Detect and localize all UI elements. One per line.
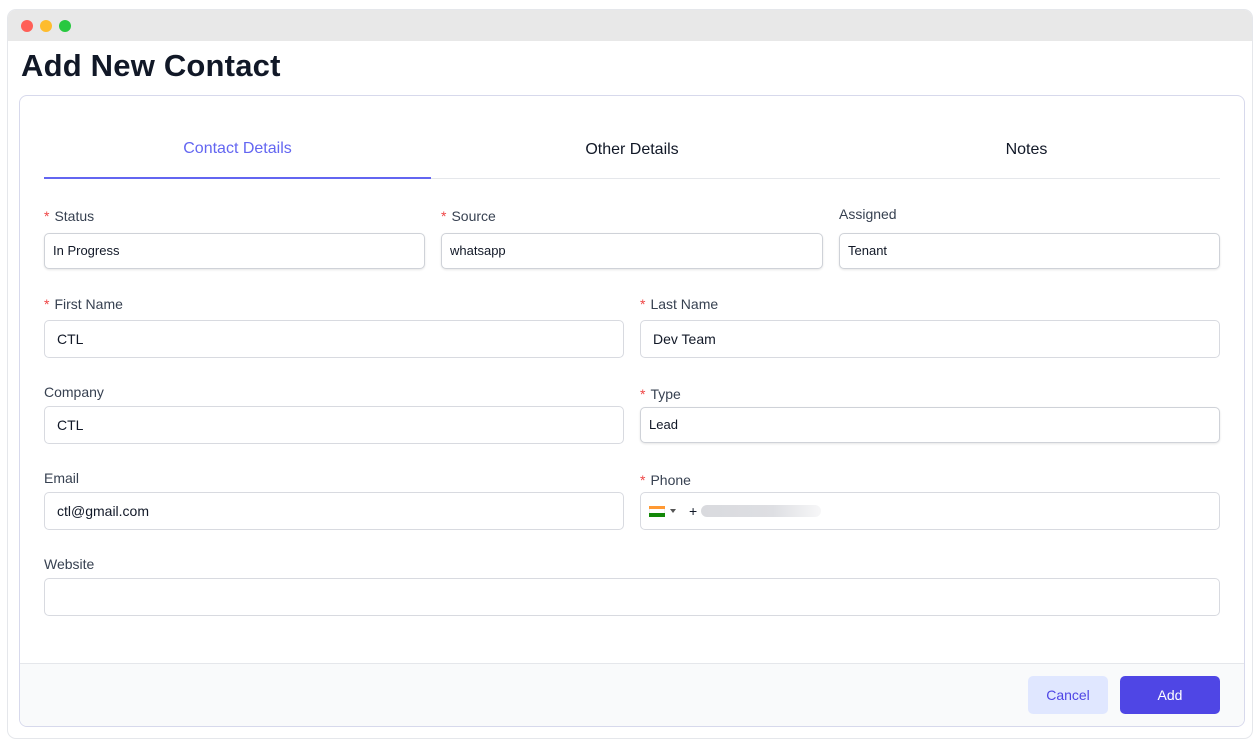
required-asterisk: * — [640, 296, 646, 312]
form-footer: Cancel Add — [20, 663, 1244, 726]
status-label: Status — [54, 208, 95, 224]
first-name-input[interactable]: CTL — [44, 320, 624, 358]
required-asterisk: * — [44, 208, 50, 224]
website-input[interactable] — [44, 578, 1220, 616]
phone-input[interactable]: + — [640, 492, 1220, 530]
assigned-label: Assigned — [839, 206, 897, 222]
required-asterisk: * — [640, 472, 646, 488]
last-name-label: Last Name — [650, 296, 719, 312]
type-select[interactable]: Lead — [640, 407, 1220, 443]
source-label: Source — [451, 208, 496, 224]
required-asterisk: * — [44, 296, 50, 312]
source-select[interactable]: whatsapp — [441, 233, 823, 269]
tab-other-details[interactable]: Other Details — [431, 124, 833, 178]
tab-notes[interactable]: Notes — [833, 124, 1220, 178]
window-titlebar — [8, 10, 1252, 41]
email-field: Email ctl@gmail.com — [44, 469, 624, 530]
last-name-input[interactable]: Dev Team — [640, 320, 1220, 358]
close-window-dot[interactable] — [21, 19, 33, 32]
phone-field: * Phone + — [640, 471, 1220, 530]
first-name-field: * First Name CTL — [44, 295, 624, 358]
company-input[interactable]: CTL — [44, 406, 624, 444]
email-input[interactable]: ctl@gmail.com — [44, 492, 624, 530]
type-label: Type — [650, 386, 681, 402]
assigned-select[interactable]: Tenant — [839, 233, 1220, 269]
source-field: * Source whatsapp — [441, 207, 823, 269]
india-flag-icon[interactable] — [649, 505, 665, 517]
company-field: Company CTL — [44, 383, 624, 444]
phone-label: Phone — [650, 472, 691, 488]
tab-bar: Contact Details Other Details Notes — [44, 124, 1220, 179]
assigned-field: Assigned Tenant — [839, 205, 1220, 269]
email-label: Email — [44, 470, 80, 486]
first-name-label: First Name — [54, 296, 123, 312]
minimize-window-dot[interactable] — [40, 19, 52, 32]
app-window: Add New Contact Contact Details Other De… — [8, 10, 1252, 738]
tab-contact-details[interactable]: Contact Details — [44, 124, 431, 179]
status-select[interactable]: In Progress — [44, 233, 425, 269]
company-label: Company — [44, 384, 104, 400]
maximize-window-dot[interactable] — [59, 19, 71, 32]
phone-number-redacted — [701, 505, 822, 517]
chevron-down-icon[interactable] — [670, 509, 676, 513]
page-title: Add New Contact — [21, 48, 281, 83]
type-field: * Type Lead — [640, 385, 1220, 443]
status-field: * Status In Progress — [44, 207, 425, 269]
last-name-field: * Last Name Dev Team — [640, 295, 1220, 358]
required-asterisk: * — [640, 386, 646, 402]
website-field: Website — [44, 555, 1220, 616]
contact-form-card: Contact Details Other Details Notes * Sta… — [19, 95, 1245, 727]
add-button[interactable]: Add — [1120, 676, 1220, 714]
cancel-button[interactable]: Cancel — [1028, 676, 1108, 714]
phone-prefix: + — [689, 503, 698, 519]
required-asterisk: * — [441, 208, 447, 224]
website-label: Website — [44, 556, 95, 572]
